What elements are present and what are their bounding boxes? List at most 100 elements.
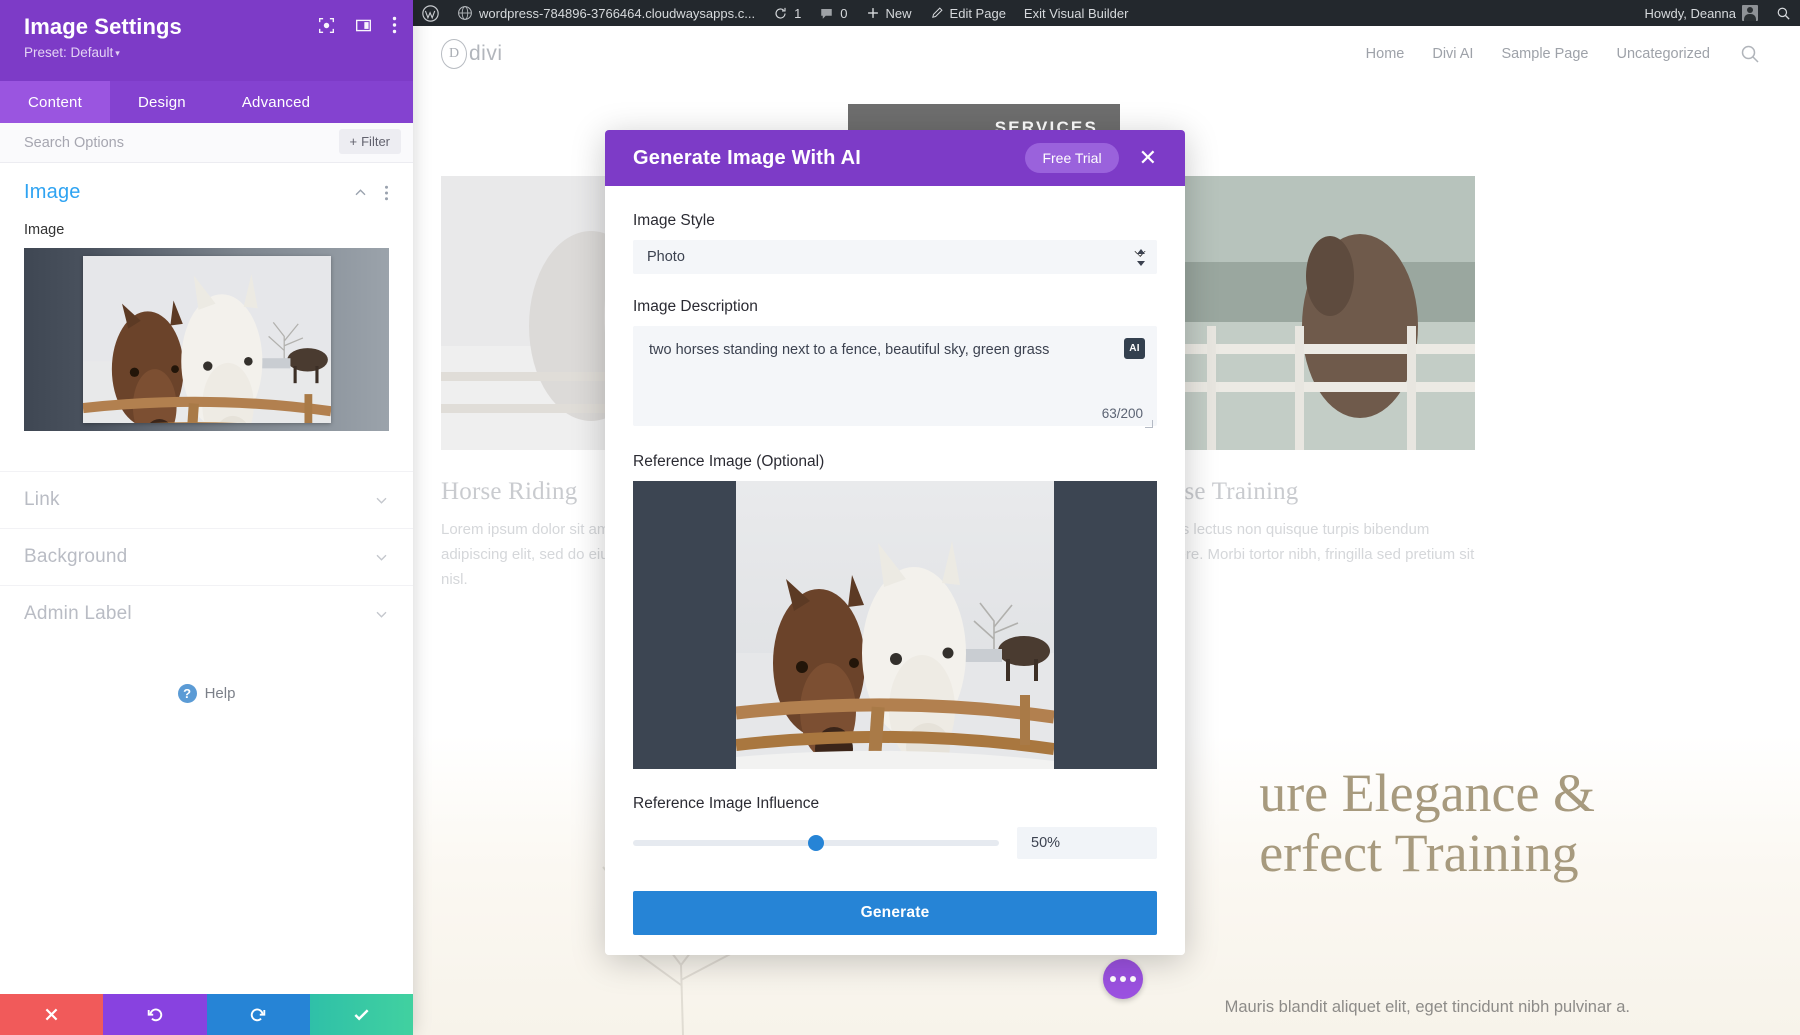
hero-subtext: Mauris blandit aliquet elit, eget tincid… bbox=[1225, 998, 1630, 1017]
nav-link-home[interactable]: Home bbox=[1366, 46, 1405, 62]
settings-panel-header-icons bbox=[318, 16, 397, 34]
more-options-icon[interactable] bbox=[392, 16, 397, 34]
generate-button[interactable]: Generate bbox=[633, 891, 1157, 935]
discard-changes-button[interactable] bbox=[0, 994, 103, 1035]
new-content-menu[interactable]: New bbox=[857, 0, 921, 26]
account-menu[interactable]: Howdy, Deanna bbox=[1635, 0, 1767, 26]
site-name-label: wordpress-784896-3766464.cloudwaysapps.c… bbox=[479, 6, 755, 21]
fab-dot bbox=[1120, 976, 1126, 982]
section-title: Image bbox=[24, 181, 337, 204]
save-changes-button[interactable] bbox=[310, 994, 413, 1035]
section-label: Admin Label bbox=[24, 603, 374, 625]
image-upload-preview[interactable] bbox=[24, 248, 389, 431]
image-field-label: Image bbox=[0, 214, 413, 248]
divi-logo-text: divi bbox=[469, 42, 503, 66]
close-icon[interactable]: ✕ bbox=[1133, 143, 1163, 173]
character-counter: 63/200 bbox=[1102, 406, 1143, 421]
settings-panel-header: Image Settings Preset: Default▾ bbox=[0, 0, 413, 81]
chevron-down-icon[interactable] bbox=[374, 607, 389, 622]
settings-tabs: Content Design Advanced bbox=[0, 81, 413, 123]
chevron-down-icon[interactable] bbox=[374, 550, 389, 565]
preset-label: Preset: Default bbox=[24, 45, 113, 60]
edit-page-label: Edit Page bbox=[950, 6, 1006, 21]
nav-links: Home Divi AI Sample Page Uncategorized bbox=[1366, 46, 1710, 62]
new-label: New bbox=[886, 6, 912, 21]
filter-button[interactable]: + Filter bbox=[339, 129, 401, 154]
help-label: Help bbox=[205, 685, 236, 702]
edit-page-link[interactable]: Edit Page bbox=[921, 0, 1015, 26]
help-link[interactable]: ? Help bbox=[0, 684, 413, 703]
exit-visual-builder-link[interactable]: Exit Visual Builder bbox=[1015, 0, 1138, 26]
tab-design[interactable]: Design bbox=[110, 81, 214, 123]
nav-link-divi-ai[interactable]: Divi AI bbox=[1432, 46, 1473, 62]
nav-link-uncategorized[interactable]: Uncategorized bbox=[1617, 46, 1711, 62]
image-style-select-wrap: Photo bbox=[633, 240, 1157, 274]
updates-menu[interactable]: 1 bbox=[764, 0, 810, 26]
layout-toggle-icon[interactable] bbox=[355, 17, 372, 34]
image-thumbnail bbox=[83, 256, 331, 423]
image-description-label: Image Description bbox=[633, 298, 1157, 316]
reference-image-preview[interactable] bbox=[633, 481, 1157, 769]
tab-content[interactable]: Content bbox=[0, 81, 110, 123]
hero-heading: ure Elegance & erfect Training bbox=[1259, 763, 1595, 884]
reference-image-label: Reference Image (Optional) bbox=[633, 453, 1157, 471]
reference-influence-label: Reference Image Influence bbox=[633, 795, 1157, 813]
section-background[interactable]: Background bbox=[0, 528, 413, 585]
chevron-up-icon[interactable] bbox=[353, 185, 368, 200]
hero-heading-line1: ure Elegance & bbox=[1259, 763, 1595, 823]
howdy-label: Howdy, Deanna bbox=[1644, 6, 1736, 21]
section-header-image[interactable]: Image bbox=[0, 163, 413, 214]
chevron-down-icon: ▾ bbox=[115, 48, 120, 58]
site-name-menu[interactable]: wordpress-784896-3766464.cloudwaysapps.c… bbox=[448, 0, 764, 26]
settings-panel-body: Image Image bbox=[0, 163, 413, 994]
divi-logo[interactable]: D divi bbox=[441, 39, 503, 69]
image-settings-panel: Image Settings Preset: Default▾ Content … bbox=[0, 0, 413, 1035]
card-title: Horse Training bbox=[1145, 478, 1475, 506]
fab-dot bbox=[1110, 976, 1116, 982]
help-icon: ? bbox=[178, 684, 197, 703]
reference-image-photo bbox=[736, 481, 1054, 769]
chevron-down-icon[interactable] bbox=[374, 493, 389, 508]
section-link[interactable]: Link bbox=[0, 471, 413, 528]
image-style-label: Image Style bbox=[633, 212, 1157, 230]
service-card: Horse Training Luctus lectus non quisque… bbox=[1145, 176, 1475, 592]
modal-body: Image Style Photo Image Description AI 6… bbox=[605, 186, 1185, 877]
reference-influence-row: 50% bbox=[633, 827, 1157, 859]
screen-root: D divi Home Divi AI Sample Page Uncatego… bbox=[0, 0, 1800, 1035]
card-thumbnail bbox=[1145, 176, 1475, 450]
free-trial-badge[interactable]: Free Trial bbox=[1025, 143, 1118, 173]
slider-thumb[interactable] bbox=[808, 835, 824, 851]
image-style-select[interactable]: Photo bbox=[633, 240, 1157, 274]
undo-button[interactable] bbox=[103, 994, 206, 1035]
tab-advanced[interactable]: Advanced bbox=[214, 81, 338, 123]
reference-influence-slider[interactable] bbox=[633, 840, 999, 846]
redo-button[interactable] bbox=[207, 994, 310, 1035]
ai-assist-icon[interactable]: AI bbox=[1124, 338, 1145, 359]
section-label: Background bbox=[24, 546, 374, 568]
wp-logo-icon[interactable] bbox=[413, 0, 448, 26]
search-icon[interactable] bbox=[1740, 44, 1760, 64]
textarea-resize-handle[interactable] bbox=[1145, 420, 1155, 430]
card-body: Luctus lectus non quisque turpis bibendu… bbox=[1145, 518, 1475, 592]
section-admin-label[interactable]: Admin Label bbox=[0, 585, 413, 642]
settings-panel-footer bbox=[0, 994, 413, 1035]
divi-logo-mark: D bbox=[441, 39, 467, 69]
image-description-wrap: AI 63/200 bbox=[633, 326, 1157, 431]
modal-footer: Generate bbox=[605, 877, 1185, 955]
page-settings-fab[interactable] bbox=[1103, 959, 1143, 999]
nav-link-sample-page[interactable]: Sample Page bbox=[1501, 46, 1588, 62]
modal-title: Generate Image With AI bbox=[633, 147, 1025, 170]
section-more-options-icon[interactable] bbox=[384, 185, 389, 201]
filter-label: Filter bbox=[361, 134, 390, 149]
image-description-input[interactable] bbox=[633, 326, 1157, 426]
section-label: Link bbox=[24, 489, 374, 511]
focus-icon[interactable] bbox=[318, 17, 335, 34]
site-navigation: D divi Home Divi AI Sample Page Uncatego… bbox=[413, 26, 1800, 81]
admin-search-icon[interactable] bbox=[1767, 0, 1800, 26]
reference-influence-value[interactable]: 50% bbox=[1017, 827, 1157, 859]
fab-dot bbox=[1130, 976, 1136, 982]
generate-image-with-ai-modal: Generate Image With AI Free Trial ✕ Imag… bbox=[605, 130, 1185, 955]
comments-count: 0 bbox=[840, 6, 847, 21]
comments-menu[interactable]: 0 bbox=[810, 0, 856, 26]
preset-selector[interactable]: Preset: Default▾ bbox=[24, 45, 393, 60]
